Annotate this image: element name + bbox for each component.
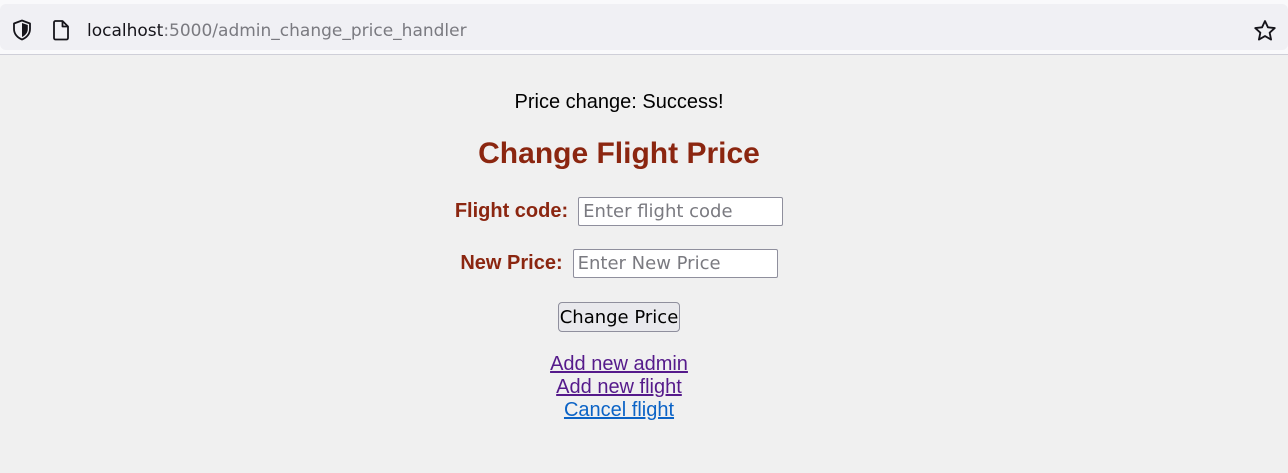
- new-price-input[interactable]: [572, 249, 778, 278]
- add-new-admin-link[interactable]: Add new admin: [0, 353, 1238, 376]
- admin-links: Add new admin Add new flight Cancel flig…: [0, 353, 1238, 422]
- add-new-flight-link[interactable]: Add new flight: [0, 376, 1238, 399]
- cancel-flight-link[interactable]: Cancel flight: [0, 399, 1238, 422]
- shield-icon[interactable]: [10, 18, 34, 42]
- page-title: Change Flight Price: [478, 137, 760, 170]
- flight-code-label: Flight code:: [454, 200, 569, 222]
- new-price-row: New Price:: [0, 249, 1238, 278]
- flight-code-input[interactable]: [578, 197, 784, 226]
- change-price-button[interactable]: Change Price: [558, 302, 680, 332]
- url-path: :5000/admin_change_price_handler: [163, 21, 467, 41]
- url-host: localhost: [87, 21, 164, 41]
- address-bar[interactable]: localhost:5000/admin_change_price_handle…: [0, 4, 1288, 50]
- url-text[interactable]: localhost:5000/admin_change_price_handle…: [87, 20, 467, 42]
- bookmark-star-icon[interactable]: [1252, 18, 1278, 44]
- status-message: Price change: Success!: [514, 91, 724, 113]
- page-icon[interactable]: [49, 18, 73, 42]
- new-price-label: New Price:: [460, 252, 563, 274]
- browser-toolbar: localhost:5000/admin_change_price_handle…: [0, 0, 1288, 55]
- flight-code-row: Flight code:: [0, 197, 1238, 226]
